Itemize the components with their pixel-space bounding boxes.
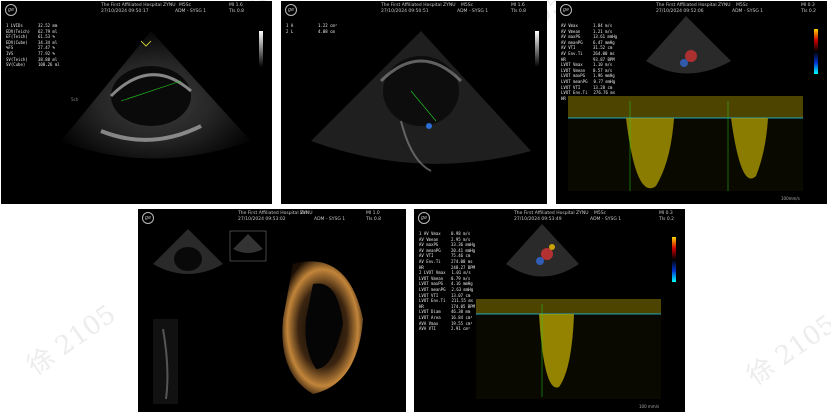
sweep-speed: 100mm/s [781, 196, 800, 201]
panel-3d-echo: ge The First Affiliated Hospital ZYNU 27… [138, 209, 406, 412]
sweep-speed: 100 mm/s [639, 404, 660, 409]
watermark-text: 徐 2105 [21, 299, 122, 382]
depth-label: 5ch [71, 97, 79, 102]
doppler-image [476, 224, 661, 399]
watermark-text: 徐 2105 [741, 309, 831, 392]
color-scale-bar [814, 29, 818, 74]
grayscale-bar [259, 31, 263, 67]
doppler-image [568, 16, 803, 191]
color-scale-bar [672, 237, 676, 282]
grayscale-bar [535, 31, 539, 67]
panel-lv-mmode: ge The First Affiliated Hospital ZYNU 27… [1, 1, 272, 204]
echo-image [311, 31, 531, 172]
panel-2d-echo: ge The First Affiliated Hospital ZYNU 27… [281, 1, 547, 204]
panel-doppler-lvot: ge The First Affiliated Hospital ZYNU 27… [414, 209, 685, 412]
echo-3d-image [153, 229, 363, 404]
panel-doppler-av: ge The First Affiliated Hospital ZYNU 27… [556, 1, 827, 204]
